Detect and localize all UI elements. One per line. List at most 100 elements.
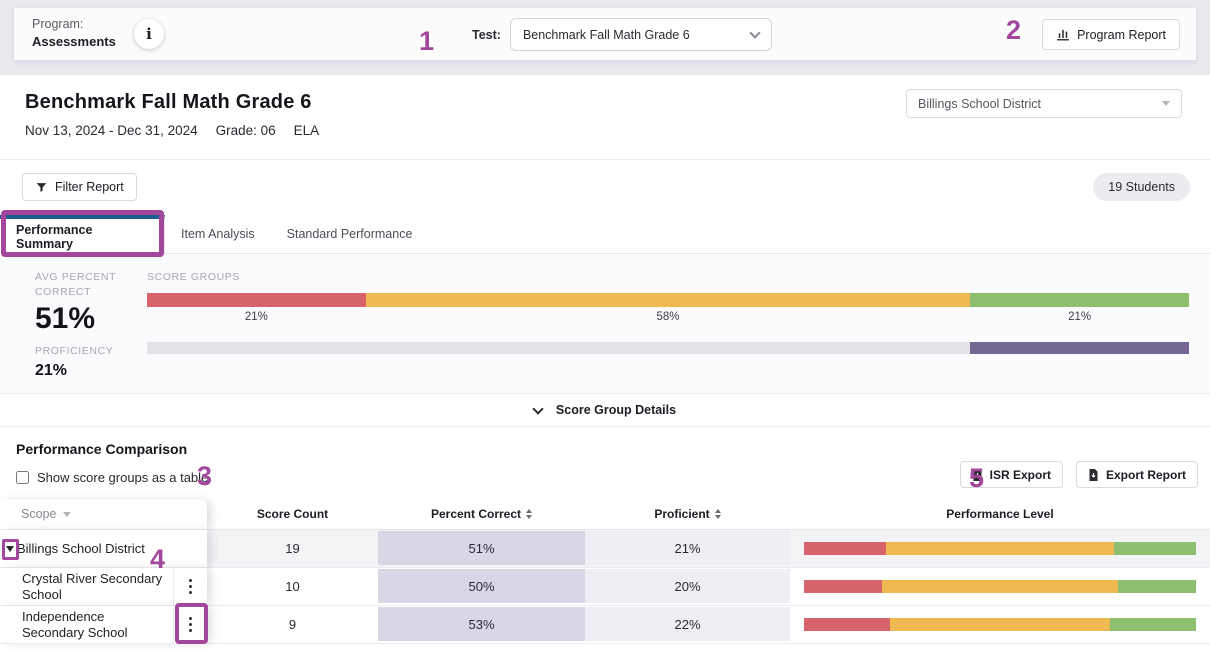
district-dropdown[interactable]: Billings School District bbox=[906, 89, 1182, 118]
isr-export-label: ISR Export bbox=[990, 468, 1051, 482]
bar-chart-icon bbox=[1056, 28, 1070, 41]
chevron-down-icon bbox=[532, 403, 543, 414]
proficient-cell: 22% bbox=[585, 606, 790, 644]
proficiency-label: PROFICIENCY bbox=[35, 344, 147, 359]
proficiency-bar-track bbox=[147, 342, 1189, 354]
program-report-label: Program Report bbox=[1077, 28, 1166, 42]
scope-cell-school[interactable]: Crystal River Secondary School bbox=[0, 568, 207, 606]
performance-level-cell bbox=[790, 606, 1210, 644]
scope-cell-school[interactable]: Independence Secondary School bbox=[0, 606, 207, 644]
performance-comparison-title: Performance Comparison bbox=[16, 441, 1194, 457]
proficiency-bar-fill bbox=[970, 342, 1189, 354]
performance-level-bar bbox=[804, 618, 1196, 631]
scope-header-label: Scope bbox=[21, 507, 56, 521]
percent-correct-cell: 50% bbox=[378, 568, 585, 606]
performance-level-bar bbox=[804, 580, 1196, 593]
test-dropdown[interactable]: Benchmark Fall Math Grade 6 bbox=[510, 18, 772, 51]
export-report-label: Export Report bbox=[1106, 468, 1186, 482]
percent-correct-cell: 53% bbox=[378, 606, 585, 644]
score-count-cell: 9 bbox=[207, 606, 378, 644]
tab-standard-performance[interactable]: Standard Performance bbox=[271, 215, 429, 253]
table-row-school: Crystal River Secondary School 10 50% 20… bbox=[0, 568, 1210, 606]
column-header-proficient[interactable]: Proficient bbox=[585, 499, 790, 530]
percent-correct-cell: 51% bbox=[378, 530, 585, 568]
percent-correct-header-label: Percent Correct bbox=[431, 507, 521, 521]
performance-comparison-header: Performance Comparison Show score groups… bbox=[0, 427, 1210, 499]
sort-icon[interactable] bbox=[526, 509, 532, 519]
table-row-school: Independence Secondary School 9 53% 22% bbox=[0, 606, 1210, 644]
scope-name: Independence Secondary School bbox=[4, 609, 173, 641]
funnel-icon bbox=[35, 181, 48, 194]
district-dropdown-value: Billings School District bbox=[918, 97, 1162, 111]
export-buttons: ISR Export Export Report bbox=[960, 461, 1198, 488]
proficiency-value: 21% bbox=[35, 362, 147, 380]
tab-item-analysis[interactable]: Item Analysis bbox=[165, 215, 271, 253]
summary-stats: AVG PERCENT CORRECT 51% PROFICIENCY 21% bbox=[35, 270, 147, 393]
annotation-number-3: 3 bbox=[197, 461, 212, 492]
tab-performance-summary[interactable]: Performance Summary bbox=[0, 215, 165, 255]
table-header-row: Scope Score Count Percent Correct Profic… bbox=[0, 499, 1210, 530]
score-count-cell: 19 bbox=[207, 530, 378, 568]
annotation-number-2: 2 bbox=[1006, 15, 1021, 46]
filter-toolbar: Filter Report 19 Students bbox=[0, 160, 1210, 215]
score-groups-chart: SCORE GROUPS 21% 58% 21% bbox=[147, 270, 1189, 393]
grade-label: Grade: 06 bbox=[216, 123, 276, 138]
subject-label: ELA bbox=[294, 123, 320, 138]
performance-level-cell bbox=[790, 568, 1210, 606]
column-header-percent-correct[interactable]: Percent Correct bbox=[378, 499, 585, 530]
column-header-scope[interactable]: Scope bbox=[0, 499, 207, 530]
filter-report-label: Filter Report bbox=[55, 180, 124, 194]
test-dropdown-value: Benchmark Fall Math Grade 6 bbox=[523, 28, 751, 42]
table-row-district: Billings School District 19 51% 21% bbox=[0, 530, 1210, 568]
report-subtitle: Nov 13, 2024 - Dec 31, 2024 Grade: 06 EL… bbox=[25, 123, 1185, 138]
scope-name: Crystal River Secondary School bbox=[4, 571, 173, 603]
report-tabs: Performance Summary Item Analysis Standa… bbox=[0, 215, 1210, 254]
annotation-number-5: 5 bbox=[969, 463, 984, 494]
show-score-groups-label[interactable]: Show score groups as a table bbox=[37, 470, 208, 485]
proficient-header-label: Proficient bbox=[654, 507, 709, 521]
performance-level-bar bbox=[804, 542, 1196, 555]
avg-percent-correct-value: 51% bbox=[35, 302, 147, 336]
row-menu-button[interactable] bbox=[173, 606, 207, 643]
collapse-caret-icon[interactable] bbox=[6, 546, 14, 552]
sort-icon[interactable] bbox=[715, 509, 721, 519]
page: Program: Assessments i Test: Benchmark F… bbox=[0, 0, 1210, 651]
proficient-cell: 21% bbox=[585, 530, 790, 568]
score-groups-label: SCORE GROUPS bbox=[147, 270, 1189, 285]
download-file-icon bbox=[1088, 469, 1099, 481]
performance-level-cell bbox=[790, 530, 1210, 568]
proficient-cell: 20% bbox=[585, 568, 790, 606]
score-groups-bar-labels: 21% 58% 21% bbox=[147, 311, 1189, 323]
test-selector-group: Test: Benchmark Fall Math Grade 6 bbox=[472, 18, 772, 51]
program-value: Assessments bbox=[32, 33, 116, 50]
chevron-down-icon bbox=[749, 27, 760, 38]
score-count-cell: 10 bbox=[207, 568, 378, 606]
show-score-groups-checkbox[interactable] bbox=[16, 471, 29, 484]
program-report-button[interactable]: Program Report bbox=[1042, 19, 1180, 50]
annotation-number-1: 1 bbox=[419, 26, 434, 57]
score-group-details-label: Score Group Details bbox=[556, 403, 676, 417]
column-header-score-count: Score Count bbox=[207, 499, 378, 530]
summary-panel: AVG PERCENT CORRECT 51% PROFICIENCY 21% … bbox=[0, 254, 1210, 394]
performance-comparison-table: Scope Score Count Percent Correct Profic… bbox=[0, 499, 1210, 644]
program-label: Program: bbox=[32, 16, 116, 33]
score-group-details-toggle[interactable]: Score Group Details bbox=[0, 394, 1210, 427]
students-count-badge: 19 Students bbox=[1093, 173, 1190, 201]
avg-percent-correct-label: AVG PERCENT CORRECT bbox=[35, 270, 147, 300]
scope-cell-district[interactable]: Billings School District bbox=[0, 530, 207, 568]
score-group-low-label: 21% bbox=[147, 311, 366, 323]
export-report-button[interactable]: Export Report bbox=[1076, 461, 1198, 488]
date-range: Nov 13, 2024 - Dec 31, 2024 bbox=[25, 123, 198, 138]
report-card: Benchmark Fall Math Grade 6 Nov 13, 2024… bbox=[0, 75, 1210, 651]
report-header: Benchmark Fall Math Grade 6 Nov 13, 2024… bbox=[0, 75, 1210, 160]
row-menu-button[interactable] bbox=[173, 568, 207, 605]
info-icon[interactable]: i bbox=[134, 19, 164, 49]
test-label: Test: bbox=[472, 28, 501, 42]
caret-down-icon bbox=[1162, 101, 1170, 106]
filter-report-button[interactable]: Filter Report bbox=[22, 173, 137, 201]
column-header-performance-level: Performance Level bbox=[790, 499, 1210, 530]
kebab-menu-icon bbox=[189, 616, 192, 633]
caret-down-icon bbox=[63, 512, 71, 517]
score-groups-bar bbox=[147, 293, 1189, 307]
annotation-number-4: 4 bbox=[150, 544, 165, 575]
